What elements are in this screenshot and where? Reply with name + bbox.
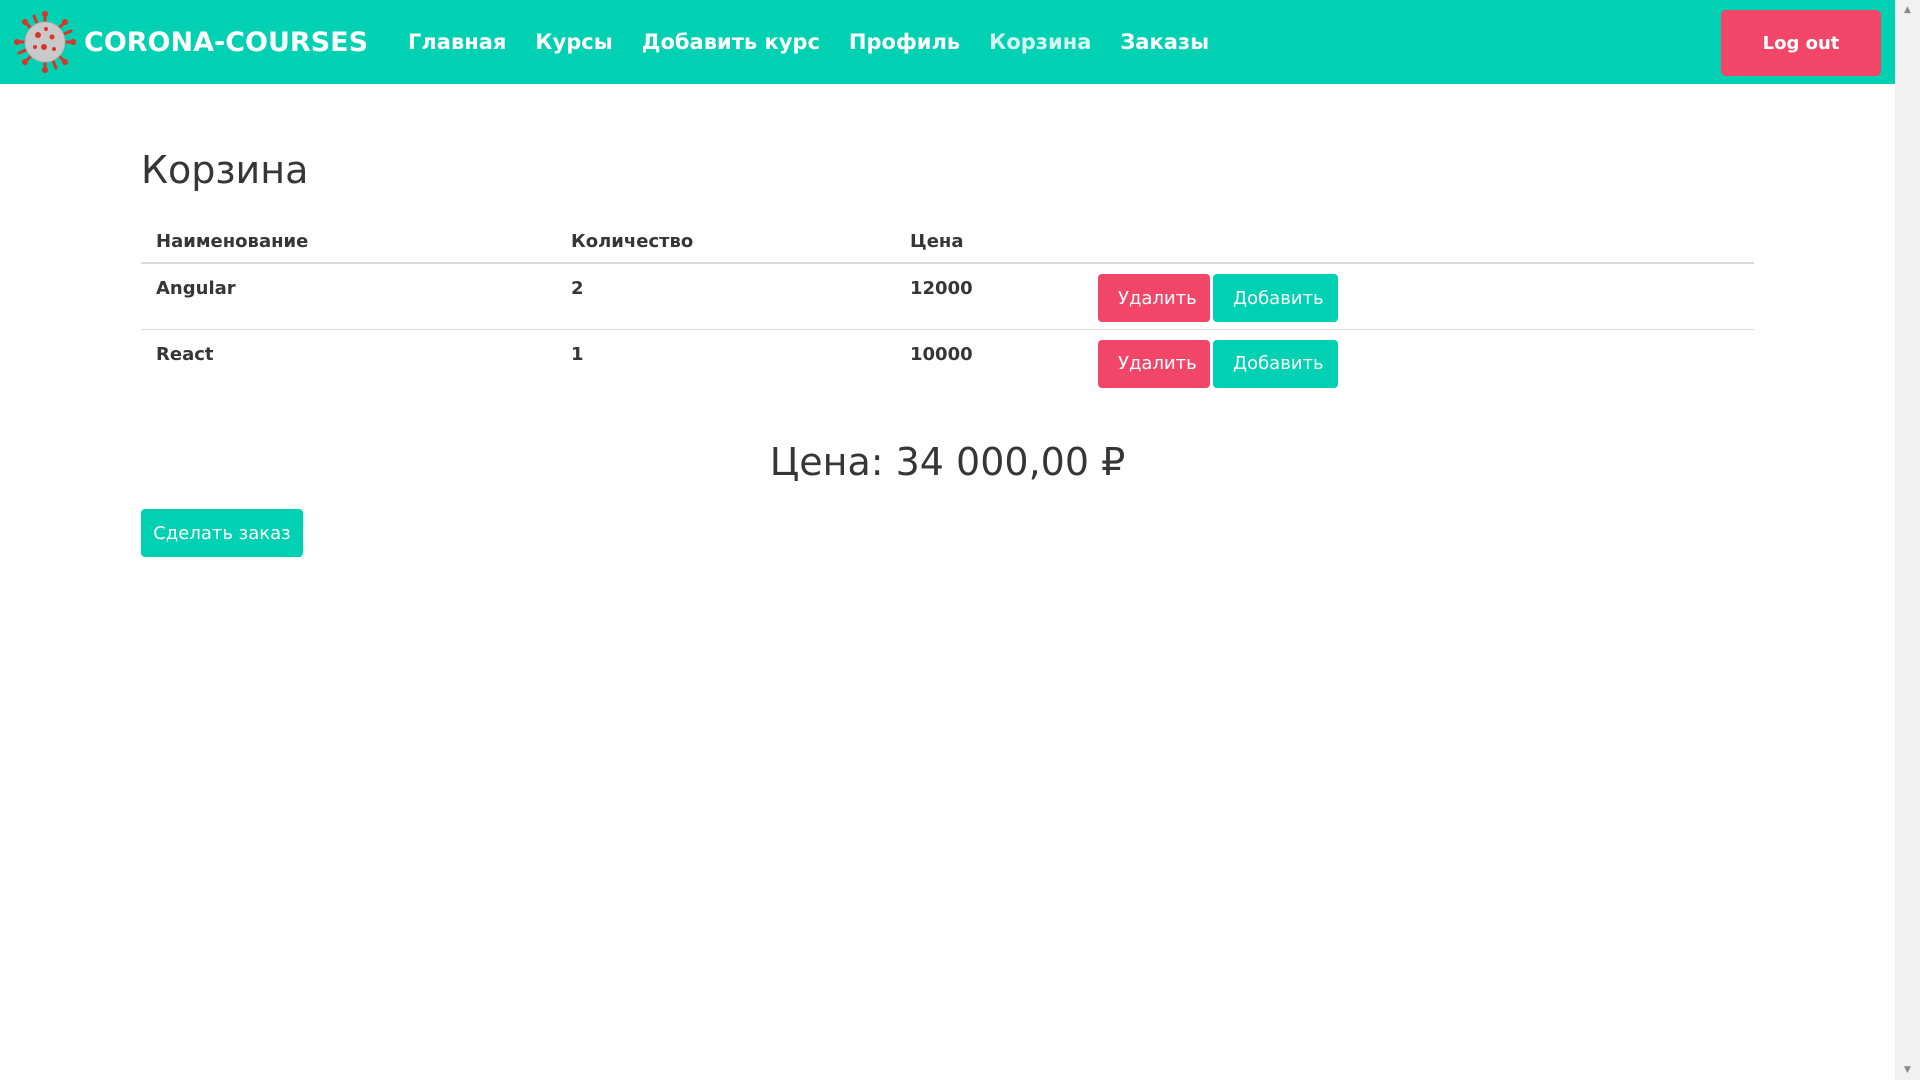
table-row: React 1 10000 Удалить Добавить xyxy=(141,329,1754,395)
column-header-quantity: Количество xyxy=(556,222,895,264)
nav-link-orders[interactable]: Заказы xyxy=(1120,30,1209,54)
cart-table: Наименование Количество Цена Angular 2 1… xyxy=(141,222,1754,395)
item-price: 12000 xyxy=(895,263,1098,330)
nav-link-home[interactable]: Главная xyxy=(408,30,506,54)
delete-button[interactable]: Удалить xyxy=(1098,339,1210,388)
column-header-price: Цена xyxy=(895,222,1098,264)
nav-link-courses[interactable]: Курсы xyxy=(535,30,612,54)
add-button[interactable]: Добавить xyxy=(1213,274,1338,322)
table-row: Angular 2 12000 Удалить Добавить xyxy=(141,263,1754,330)
item-quantity: 2 xyxy=(556,263,895,330)
item-quantity: 1 xyxy=(571,343,584,365)
page: CORONA-COURSES Главная Курсы Добавить ку… xyxy=(0,0,1920,1080)
virus-icon xyxy=(14,11,76,73)
nav-link-profile[interactable]: Профиль xyxy=(849,30,960,54)
logout-button[interactable]: Log out xyxy=(1721,10,1881,76)
scroll-down-arrow-icon[interactable]: ▼ xyxy=(1895,1060,1920,1080)
scroll-up-arrow-icon[interactable]: ▲ xyxy=(1895,0,1920,20)
column-header-actions xyxy=(1098,222,1754,264)
cart-total: Цена: 34 000,00 ₽ xyxy=(769,440,1126,484)
vertical-scrollbar[interactable]: ▲ ▼ xyxy=(1895,0,1920,1080)
column-header-name: Наименование xyxy=(141,222,556,264)
page-title: Корзина xyxy=(141,148,309,192)
nav-link-add-course[interactable]: Добавить курс xyxy=(642,30,820,54)
nav-links: Главная Курсы Добавить курс Профиль Корз… xyxy=(408,0,1238,84)
item-name: Angular xyxy=(141,263,556,330)
item-actions: Удалить Добавить xyxy=(1098,329,1754,395)
nav-link-cart[interactable]: Корзина xyxy=(989,30,1091,54)
item-price: 10000 xyxy=(910,343,973,365)
brand[interactable]: CORONA-COURSES xyxy=(14,0,368,84)
delete-button[interactable]: Удалить xyxy=(1098,274,1210,322)
item-actions: Удалить Добавить xyxy=(1098,263,1754,330)
place-order-button[interactable]: Сделать заказ xyxy=(141,509,303,557)
brand-name: CORONA-COURSES xyxy=(84,26,369,58)
table-header-row: Наименование Количество Цена xyxy=(141,222,1754,264)
cart-content: Корзина Наименование Количество Цена Ang… xyxy=(141,140,1754,557)
item-name: React xyxy=(156,343,214,365)
add-button[interactable]: Добавить xyxy=(1213,339,1338,388)
navbar: CORONA-COURSES Главная Курсы Добавить ку… xyxy=(0,0,1895,84)
